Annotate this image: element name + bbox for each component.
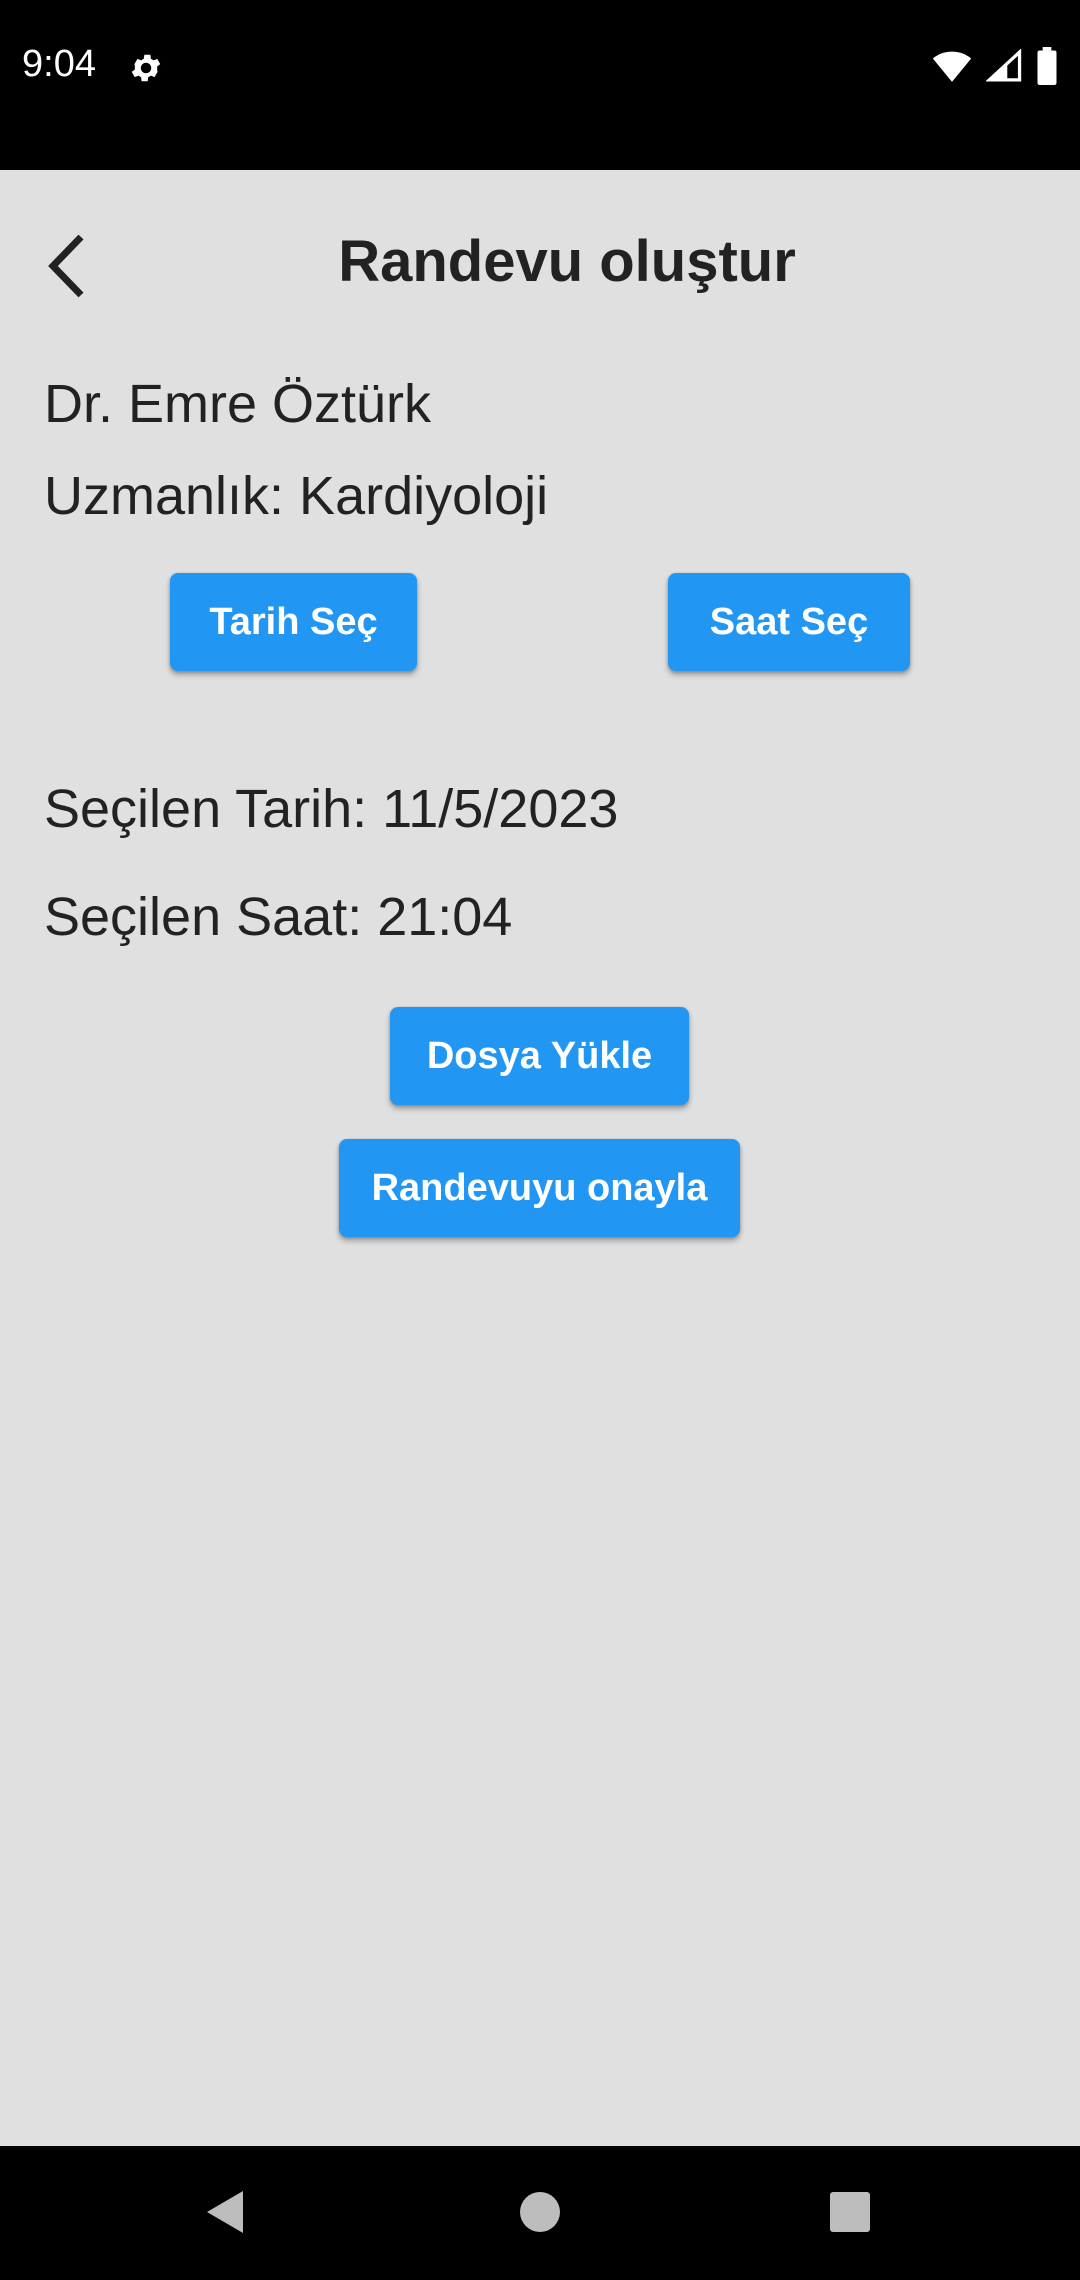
navigation-bar: [0, 2146, 1080, 2280]
recents-square-icon: [829, 2191, 871, 2238]
app-content: Randevu oluştur Dr. Emre Öztürk Uzmanlık…: [0, 170, 1080, 2146]
doctor-specialty: Uzmanlık: Kardiyoloji: [44, 466, 549, 526]
page-title: Randevu oluştur: [338, 229, 796, 294]
select-date-button[interactable]: Tarih Seç: [170, 573, 417, 671]
selected-date-text: Seçilen Tarih: 11/5/2023: [44, 779, 619, 839]
nav-recents-button[interactable]: [820, 2184, 880, 2244]
wifi-icon: [932, 49, 972, 88]
upload-file-button[interactable]: Dosya Yükle: [390, 1007, 689, 1105]
confirm-appointment-button[interactable]: Randevuyu onayla: [339, 1139, 740, 1237]
status-icons: [932, 46, 1058, 90]
status-bar: 9:04: [0, 0, 1080, 170]
status-time: 9:04: [22, 43, 96, 85]
cellular-signal-icon: [985, 47, 1022, 88]
nav-back-button[interactable]: [195, 2184, 255, 2244]
home-circle-icon: [518, 2190, 562, 2239]
gear-icon: [128, 50, 164, 86]
nav-home-button[interactable]: [510, 2184, 570, 2244]
back-triangle-icon: [203, 2187, 247, 2242]
battery-icon: [1036, 46, 1058, 90]
doctor-name: Dr. Emre Öztürk: [44, 374, 432, 434]
selected-time-text: Seçilen Saat: 21:04: [44, 887, 513, 947]
select-time-button[interactable]: Saat Seç: [668, 573, 910, 671]
